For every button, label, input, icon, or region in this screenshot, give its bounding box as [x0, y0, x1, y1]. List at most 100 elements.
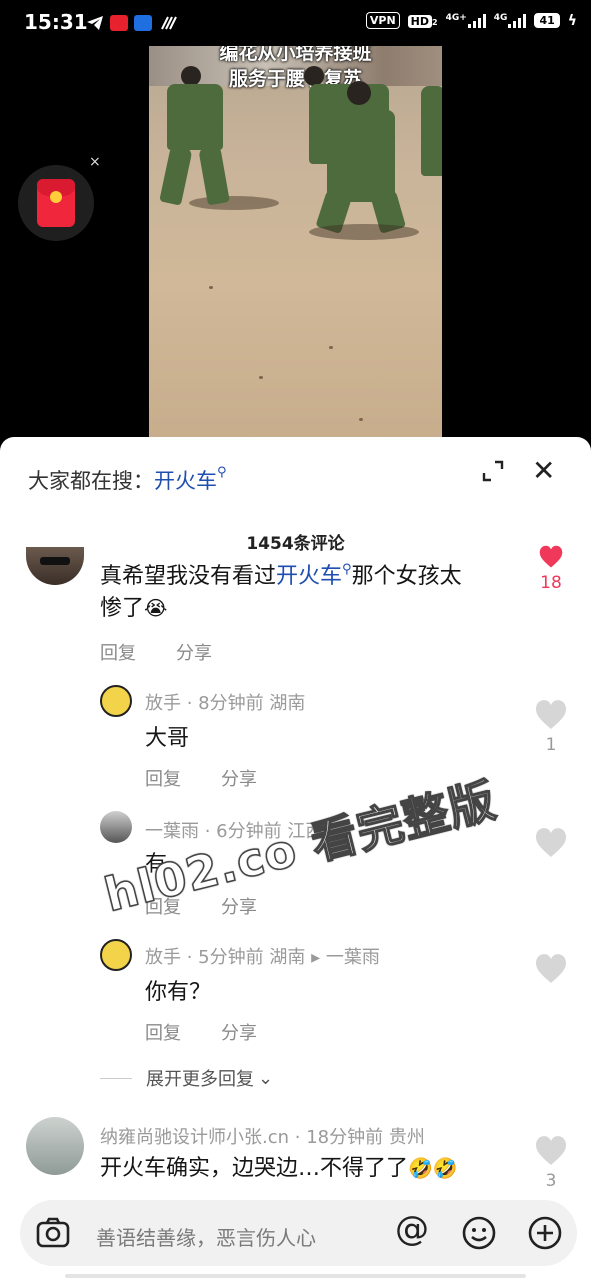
reply-button[interactable]: 回复 [145, 1023, 181, 1044]
comment-text: 真希望我没有看过开火车⚲那个女孩太 惨了😭 [100, 561, 520, 625]
mention-icon[interactable]: @ [395, 1212, 429, 1246]
sunglasses-icon [40, 557, 70, 565]
laughing-emoji: 🤣🤣 [408, 1156, 458, 1180]
comment-actions: 回复 分享 [100, 639, 252, 665]
reply-text: 你有？ [145, 980, 212, 1005]
camera-icon[interactable] [34, 1214, 72, 1252]
signal-2: 4G [493, 12, 527, 28]
heart-icon [536, 700, 566, 729]
crying-emoji: 😭 [144, 595, 168, 620]
reply-username[interactable]: 放手 [145, 693, 181, 714]
signal-bars-icon [508, 13, 527, 28]
share-button[interactable]: 分享 [221, 897, 257, 918]
heart-filled-icon [539, 545, 563, 568]
telegram-icon [87, 16, 103, 30]
avatar[interactable] [100, 939, 132, 971]
figure-head [347, 81, 371, 105]
vpn-badge: VPN [365, 12, 400, 29]
stripes-app-icon [161, 16, 177, 30]
video-frame[interactable]: 编花从小培养接班 服务于腰子复苏 [149, 46, 442, 442]
red-packet-button[interactable] [18, 165, 94, 241]
share-button[interactable]: 分享 [221, 1023, 257, 1044]
home-indicator [65, 1274, 526, 1278]
search-term-link[interactable]: 开火车 [154, 469, 217, 493]
figure-body [421, 86, 442, 176]
comment-search-link[interactable]: 开火车 [276, 564, 342, 589]
emoji-icon[interactable] [460, 1214, 498, 1252]
search-suggestion[interactable]: 大家都在搜：开火车⚲ [28, 465, 227, 495]
reply-username[interactable]: 放手 [145, 947, 181, 968]
comment-input-bar[interactable]: 善语结善缘，恶言伤人心 @ [20, 1200, 577, 1266]
expand-more-label: 展开更多回复 [146, 1069, 254, 1090]
comment-text-part: 那个女孩太 [351, 564, 462, 589]
figure-body [167, 84, 223, 150]
news-app-icon [110, 15, 128, 31]
search-prefix: 大家都在搜： [28, 469, 154, 493]
signal-1: 4G+ [445, 12, 486, 28]
hd-label: HD [407, 14, 432, 28]
reply-time-location: · 5分钟前 湖南 ▸ 一葉雨 [186, 947, 380, 968]
like-button[interactable]: 3 [533, 1135, 569, 1191]
comment-input-field[interactable]: 善语结善缘，恶言伤人心 [96, 1222, 316, 1251]
hd-badge: HD 2 [407, 14, 438, 28]
expand-more-replies-button[interactable]: 展开更多回复 ⌄ [100, 1065, 273, 1091]
divider [100, 1077, 132, 1079]
like-count: 1 [545, 735, 557, 755]
ground-speck [259, 376, 263, 379]
red-packet-close-icon[interactable]: × [89, 154, 101, 170]
comment-text-part: 开火车确实，边哭边…不得了了 [100, 1156, 409, 1181]
reply-button[interactable]: 回复 [145, 769, 181, 790]
share-button[interactable]: 分享 [176, 643, 212, 664]
figure-leg [198, 144, 230, 206]
figure-body [327, 110, 395, 202]
chevron-down-icon: ⌄ [258, 1067, 274, 1089]
comment-username[interactable]: 纳雍尚驰设计师小张.cn [100, 1127, 289, 1148]
reply-button[interactable]: 回复 [100, 643, 136, 664]
comment-text: 开火车确实，边哭边…不得了了🤣🤣 [100, 1153, 458, 1185]
expand-icon[interactable] [481, 459, 505, 483]
close-icon[interactable]: ✕ [532, 457, 555, 485]
battery-icon: 41 [534, 13, 560, 28]
figure-shadow [189, 196, 279, 210]
avatar[interactable] [26, 547, 84, 585]
signal-bars-icon [467, 13, 486, 28]
red-packet-icon [37, 179, 75, 227]
like-button[interactable] [533, 953, 569, 989]
comment-text-part: 惨了 [100, 595, 145, 621]
red-packet-coin [50, 191, 62, 203]
like-count: 3 [545, 1171, 557, 1191]
search-icon: ⚲ [342, 562, 352, 577]
charging-icon: ϟ [567, 12, 577, 29]
figure-head [304, 66, 324, 86]
status-time: 15:31 [24, 10, 88, 34]
net-type-2: 4G [493, 12, 508, 23]
like-button[interactable] [533, 827, 569, 863]
reply-meta: 放手 · 5分钟前 湖南 ▸ 一葉雨 [145, 943, 380, 969]
like-button[interactable]: 1 [533, 699, 569, 755]
avatar[interactable] [26, 1117, 84, 1175]
comment-time-location: · 18分钟前 贵州 [294, 1127, 425, 1148]
avatar[interactable] [100, 811, 132, 843]
video-player[interactable]: 编花从小培养接班 服务于腰子复苏 [0, 46, 591, 442]
heart-icon [536, 828, 566, 857]
ground-speck [359, 418, 363, 421]
like-button[interactable]: 18 [533, 545, 569, 593]
ground-speck [209, 286, 213, 289]
net-type-1: 4G+ [445, 12, 467, 23]
heart-icon [536, 1136, 566, 1165]
status-indicators: VPN HD 2 4G+ 4G 41 ϟ [365, 12, 577, 29]
comment-meta: 纳雍尚驰设计师小张.cn · 18分钟前 贵州 [100, 1123, 425, 1149]
heart-icon [536, 954, 566, 983]
figure-shadow [309, 224, 419, 240]
share-button[interactable]: 分享 [221, 769, 257, 790]
reply-time-location: · 8分钟前 湖南 [186, 693, 306, 714]
like-count: 18 [540, 573, 562, 593]
avatar[interactable] [100, 685, 132, 717]
comment-count: 1454条评论 [246, 534, 345, 554]
comment-text-part: 真希望我没有看过 [100, 564, 277, 589]
reply-meta: 放手 · 8分钟前 湖南 [145, 689, 305, 715]
status-bar: 15:31 VPN HD 2 4G+ 4G 41 ϟ [0, 0, 591, 46]
add-icon[interactable] [526, 1214, 564, 1252]
reply-actions: 回复 分享 [145, 1019, 297, 1045]
figure-leg [159, 144, 193, 206]
